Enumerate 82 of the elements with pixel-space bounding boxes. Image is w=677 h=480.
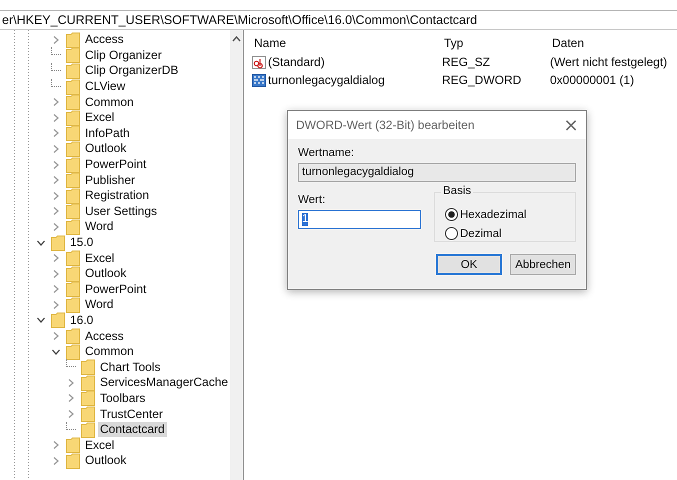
tree-item[interactable]: 16.0 bbox=[68, 312, 96, 328]
tree-item[interactable]: Outlook bbox=[83, 141, 128, 156]
value-name[interactable]: turnonlegacygaldialog bbox=[268, 73, 385, 87]
field-label: Wert: bbox=[298, 194, 326, 208]
tree-item[interactable]: CLView bbox=[83, 79, 128, 94]
dialog-button[interactable]: Abbrechen bbox=[510, 254, 576, 275]
folder-icon bbox=[66, 437, 80, 454]
scrollbar[interactable] bbox=[230, 30, 243, 480]
radio-label[interactable]: Dezimal bbox=[460, 228, 502, 240]
tree-item[interactable]: Registration bbox=[83, 188, 152, 204]
close-button[interactable]: × bbox=[556, 112, 586, 138]
folder-icon bbox=[66, 203, 80, 220]
tree-item[interactable]: PowerPoint bbox=[83, 157, 148, 172]
tree-item[interactable]: Outlook bbox=[83, 266, 128, 282]
folder-icon bbox=[66, 110, 80, 126]
folder-icon bbox=[66, 125, 80, 142]
folder-icon bbox=[66, 344, 80, 360]
tree-item[interactable]: PowerPoint bbox=[83, 282, 148, 297]
binary-value-icon bbox=[252, 74, 266, 86]
dialog-title: DWORD-Wert (32-Bit) bearbeiten bbox=[296, 118, 474, 132]
folder-icon bbox=[66, 328, 80, 344]
tree-item[interactable]: TrustCenter bbox=[98, 406, 165, 422]
tree-item[interactable]: User Settings bbox=[83, 204, 160, 219]
radio-label[interactable]: Hexadezimal bbox=[460, 208, 526, 220]
folder-icon bbox=[66, 62, 80, 79]
folder-icon bbox=[66, 172, 80, 188]
radio-icon[interactable] bbox=[445, 227, 458, 240]
tree-item[interactable]: Outlook bbox=[83, 453, 128, 468]
column-header[interactable]: Name bbox=[254, 36, 444, 50]
tree-item[interactable]: Access bbox=[83, 32, 126, 48]
tree-item[interactable]: Common bbox=[83, 94, 136, 110]
tree-item[interactable]: Word bbox=[83, 297, 116, 312]
column-header[interactable]: Typ bbox=[444, 36, 552, 50]
radio-selected-icon[interactable] bbox=[445, 208, 458, 221]
value-name-field: turnonlegacygaldialog bbox=[298, 163, 576, 182]
tree-item[interactable]: Chart Tools bbox=[98, 360, 162, 375]
field-label: Wertname: bbox=[298, 147, 356, 161]
folder-icon bbox=[66, 452, 80, 469]
folder-icon bbox=[66, 32, 80, 48]
folder-icon bbox=[81, 406, 95, 422]
value-data: 0x00000001 (1) bbox=[550, 73, 636, 87]
folder-icon bbox=[51, 234, 65, 251]
tree-item[interactable]: Word bbox=[83, 219, 116, 234]
folder-icon bbox=[66, 94, 80, 110]
folder-icon bbox=[66, 296, 80, 313]
folder-icon bbox=[51, 312, 65, 328]
folder-icon bbox=[81, 390, 95, 406]
value-type: REG_SZ bbox=[442, 55, 492, 69]
dialog-button[interactable]: OK bbox=[436, 254, 502, 275]
folder-icon bbox=[66, 140, 80, 157]
folder-icon bbox=[81, 422, 95, 438]
folder-icon bbox=[66, 266, 80, 282]
value-type: REG_DWORD bbox=[442, 73, 522, 87]
tree-item[interactable]: ServicesManagerCache bbox=[98, 375, 230, 390]
tree-item[interactable]: Clip Organizer bbox=[83, 48, 164, 63]
folder-icon bbox=[66, 78, 80, 95]
folder-icon bbox=[66, 281, 80, 298]
folder-icon bbox=[66, 218, 80, 235]
tree-item[interactable]: Contactcard bbox=[98, 422, 167, 438]
tree-item[interactable]: Excel bbox=[83, 250, 116, 266]
tree-item[interactable]: 15.0 bbox=[68, 235, 96, 250]
folder-icon bbox=[66, 47, 80, 64]
tree-item[interactable]: Excel bbox=[83, 438, 116, 453]
tree-item[interactable]: Toolbars bbox=[98, 390, 148, 406]
tree-item[interactable]: InfoPath bbox=[83, 126, 132, 141]
folder-icon bbox=[81, 374, 95, 391]
tree-item[interactable]: Clip OrganizerDB bbox=[83, 63, 180, 78]
tree-item[interactable]: Excel bbox=[83, 110, 116, 126]
folder-icon bbox=[66, 188, 80, 204]
tree-item[interactable]: Access bbox=[83, 328, 126, 344]
folder-icon bbox=[66, 250, 80, 266]
value-name[interactable]: (Standard) bbox=[268, 55, 325, 69]
folder-icon bbox=[81, 359, 95, 376]
address-field[interactable]: er\HKEY_CURRENT_USER\SOFTWARE\Microsoft\Office\16.0\Common\Contactcard bbox=[0, 10, 677, 30]
folder-icon bbox=[66, 156, 80, 173]
input-value: 1 bbox=[302, 213, 308, 226]
tree-item[interactable]: Common bbox=[83, 344, 136, 360]
value-input-field[interactable]: 1 bbox=[298, 210, 421, 229]
value-data: (Wert nicht festgelegt) bbox=[550, 55, 668, 69]
column-header[interactable]: Daten bbox=[552, 36, 677, 50]
group-title: Basis bbox=[441, 185, 474, 197]
tree-item[interactable]: Publisher bbox=[83, 172, 138, 188]
